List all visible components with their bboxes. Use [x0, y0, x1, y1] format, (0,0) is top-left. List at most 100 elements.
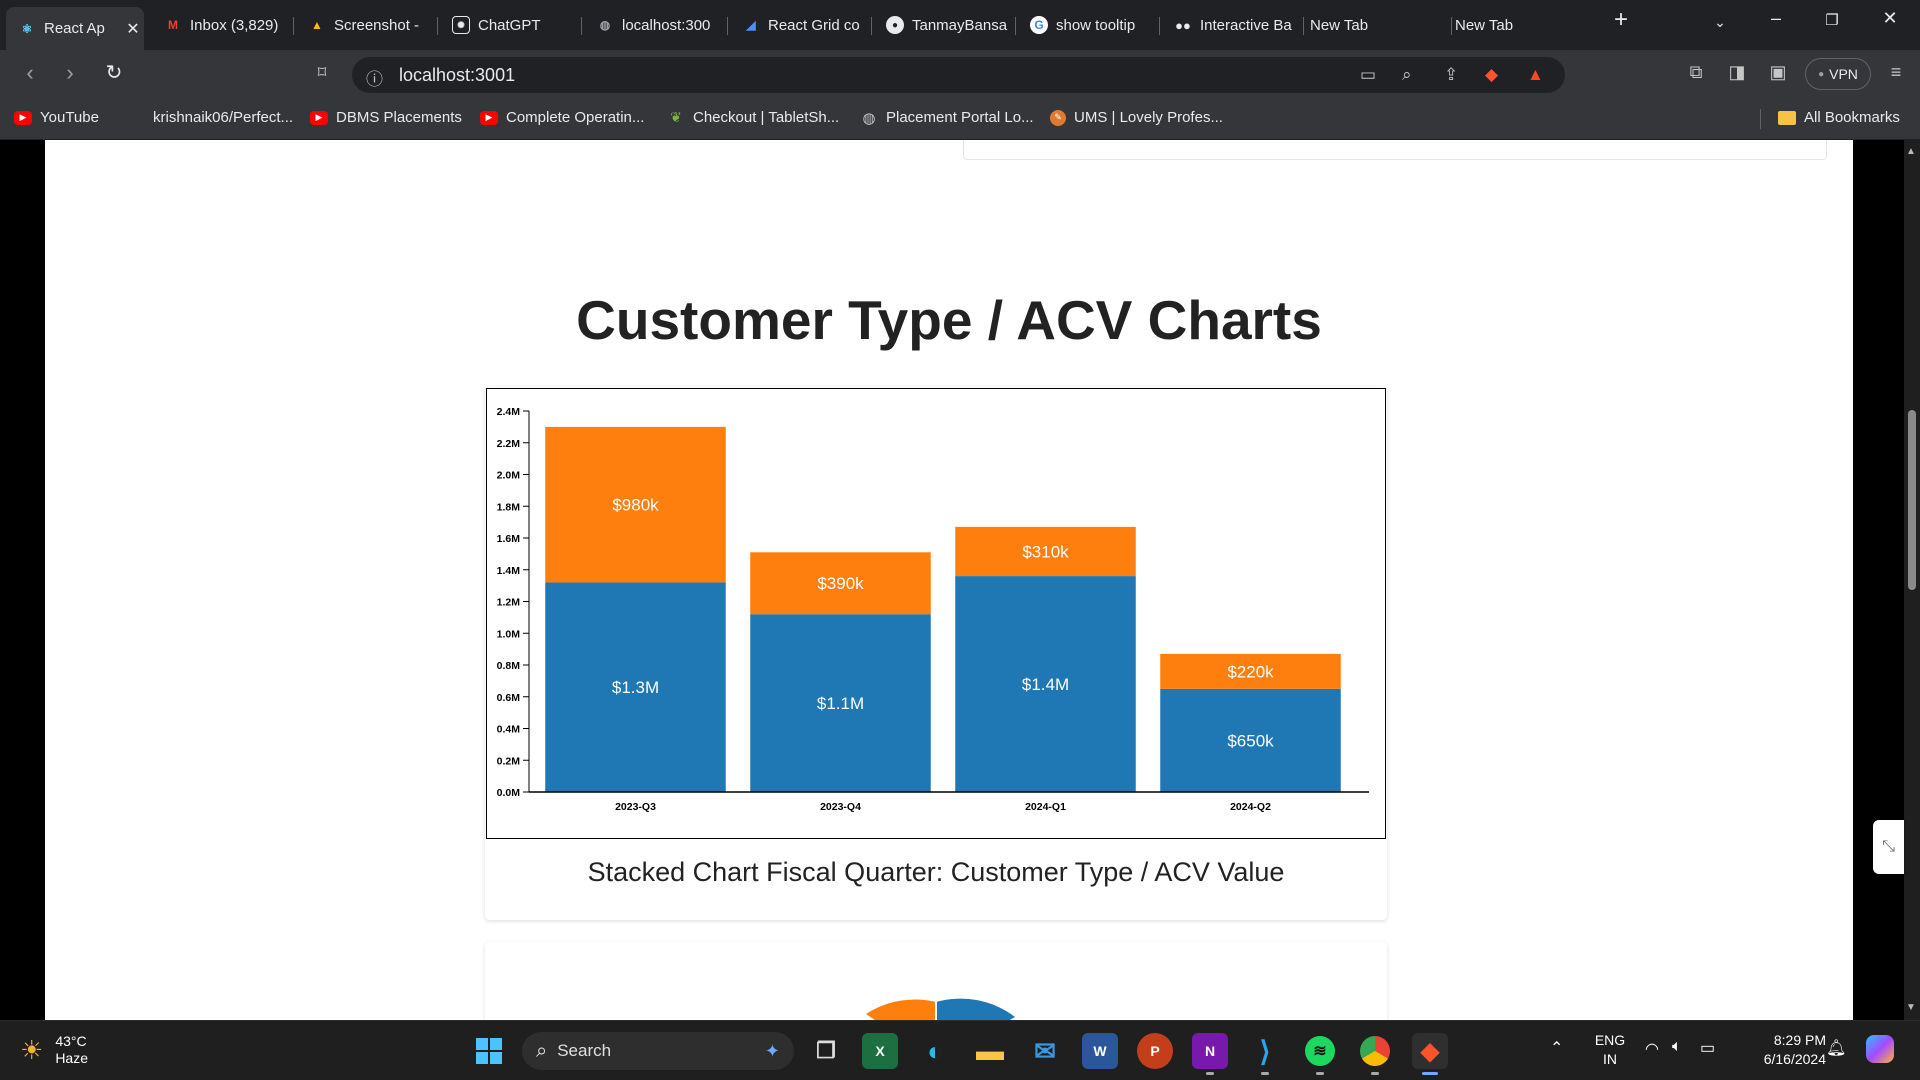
clock-time: 8:29 PM: [1773, 1032, 1826, 1048]
tab-show-tooltip[interactable]: G show tooltip: [1018, 7, 1156, 43]
restore-button[interactable]: ❐: [1812, 11, 1852, 29]
tab-inbox[interactable]: M Inbox (3,829): [152, 7, 290, 43]
address-bar[interactable]: ⓘ localhost:3001 ▭ ⌕ ⇪ ◆ ▲: [352, 57, 1565, 93]
bar-value-label: $650k: [1227, 731, 1274, 750]
tab-strip: ⚛ React Ap ✕ M Inbox (3,829) ▲ Screensho…: [0, 0, 1920, 50]
language-indicator[interactable]: ENG IN: [1590, 1031, 1630, 1069]
reload-button[interactable]: ↻: [98, 60, 130, 85]
scroll-down-arrow-icon[interactable]: ▼: [1906, 1002, 1916, 1013]
tab-new-2[interactable]: New Tab: [1455, 7, 1593, 43]
bar-value-label: $980k: [612, 496, 659, 515]
pie-slice-blue: [936, 998, 1015, 1020]
site-info-icon[interactable]: ⓘ: [366, 65, 383, 90]
scroll-thumb[interactable]: [1908, 410, 1916, 590]
close-window-button[interactable]: ✕: [1870, 8, 1910, 29]
bookmark-ums[interactable]: ✎ UMS | Lovely Profes...: [1050, 109, 1223, 126]
wallet-icon[interactable]: ▣: [1763, 62, 1793, 83]
bookmark-icon[interactable]: ⌑: [306, 63, 338, 83]
url-text[interactable]: localhost:3001: [399, 65, 515, 86]
taskbar-search[interactable]: ⌕ Search ✦: [522, 1032, 794, 1070]
file-explorer-app[interactable]: ▬: [972, 1033, 1008, 1069]
tab-search-chevron-icon[interactable]: ⌄: [1700, 14, 1740, 31]
brave-rewards-icon[interactable]: ▲: [1527, 65, 1544, 85]
brave-app[interactable]: ◆: [1412, 1033, 1448, 1075]
vscode-app[interactable]: ⟩: [1247, 1033, 1283, 1075]
pie-slice-orange: [866, 999, 936, 1020]
tab-react-app[interactable]: ⚛ React Ap ✕: [6, 7, 144, 50]
all-bookmarks-button[interactable]: All Bookmarks: [1778, 109, 1900, 126]
back-button[interactable]: ‹: [14, 60, 46, 86]
word-icon: W: [1093, 1043, 1107, 1059]
bookmark-dbms[interactable]: ▶ DBMS Placements: [310, 109, 462, 126]
excel-app[interactable]: X: [862, 1033, 898, 1069]
edge-app[interactable]: ◐: [917, 1033, 953, 1069]
chatgpt-icon: ✺: [452, 16, 470, 34]
y-tick-label: 0.2M: [497, 755, 521, 767]
notification-bell-icon[interactable]: 🔔︎: [1826, 1038, 1846, 1058]
tab-chatgpt[interactable]: ✺ ChatGPT: [440, 7, 578, 43]
tab-title: React Grid co: [768, 16, 860, 34]
weather-temp: 43°C: [55, 1033, 87, 1049]
onenote-app[interactable]: N: [1192, 1033, 1228, 1075]
tab-title: TanmayBansa: [912, 16, 1008, 34]
powerpoint-app[interactable]: P: [1137, 1033, 1173, 1069]
tab-localhost[interactable]: ◍ localhost:300: [584, 7, 722, 43]
tab-github[interactable]: ● TanmayBansa: [874, 7, 1012, 43]
ums-icon: ✎: [1050, 109, 1066, 126]
tray-overflow-icon[interactable]: ⌃: [1550, 1038, 1563, 1058]
weather-widget[interactable]: ☀ 43°C Haze: [20, 1033, 88, 1067]
mail-app[interactable]: ✉: [1027, 1033, 1063, 1069]
copilot-icon[interactable]: [1866, 1035, 1894, 1063]
y-tick-label: 0.0M: [497, 787, 521, 799]
task-view-icon: ❐: [816, 1038, 836, 1063]
tab-new-1[interactable]: New Tab: [1310, 7, 1448, 43]
bookmark-krishnaik[interactable]: krishnaik06/Perfect...: [127, 109, 293, 126]
bookmark-checkout[interactable]: ❦ Checkout | TabletSh...: [667, 109, 839, 126]
chart-frame: 0.0M 0.2M 0.4M 0.6M 0.8M 1.0M 1.2M 1.4M 1.6M 1.8M…: [486, 388, 1386, 839]
tab-interactive[interactable]: ●● Interactive Ba: [1162, 7, 1300, 43]
menu-icon[interactable]: ≡: [1881, 62, 1911, 83]
word-app[interactable]: W: [1082, 1033, 1118, 1069]
extensions-icon[interactable]: ⧉: [1681, 62, 1711, 83]
bookmark-label: Checkout | TabletSh...: [693, 109, 840, 126]
customer-type-acv-section: Customer Type / ACV Charts 0.0M 0.2M 0.4M 0…: [45, 252, 1853, 1020]
search-label: Search: [557, 1041, 612, 1060]
zoom-icon[interactable]: ⌕: [1402, 65, 1412, 85]
sidebar-icon[interactable]: ◨: [1722, 62, 1752, 83]
bookmark-youtube[interactable]: ▶ YouTube: [14, 109, 99, 126]
wifi-icon[interactable]: ◠: [1645, 1039, 1659, 1059]
cast-icon[interactable]: ▭: [1360, 65, 1376, 85]
start-button[interactable]: [471, 1033, 507, 1069]
chrome-app[interactable]: [1357, 1033, 1393, 1075]
clock[interactable]: 8:29 PM 6/16/2024: [1736, 1031, 1826, 1069]
new-tab-button[interactable]: +: [1601, 6, 1641, 34]
weather-desc: Haze: [55, 1050, 88, 1066]
bookmark-label: Complete Operatin...: [506, 109, 645, 126]
vpn-button[interactable]: ● VPN: [1805, 58, 1871, 90]
brave-shields-icon[interactable]: ◆: [1485, 65, 1498, 85]
spotify-app[interactable]: ≋: [1302, 1033, 1338, 1075]
minimize-button[interactable]: –: [1756, 8, 1796, 29]
scroll-up-arrow-icon[interactable]: ▲: [1906, 146, 1916, 157]
share-icon[interactable]: ⇪: [1444, 65, 1458, 85]
task-view-button[interactable]: ❐: [808, 1033, 844, 1069]
page-scrollbar[interactable]: ▲ ▼: [1904, 140, 1920, 1020]
forward-button[interactable]: ›: [54, 60, 86, 86]
tab-screenshot[interactable]: ▲ Screenshot -: [296, 7, 434, 43]
volume-icon[interactable]: 🔈︎: [1672, 1038, 1682, 1056]
search-highlight-icon: ✦: [764, 1040, 780, 1061]
close-icon[interactable]: ✕: [122, 19, 144, 39]
chrome-icon: [1360, 1036, 1390, 1066]
y-tick-label: 0.6M: [497, 692, 521, 704]
bookmark-label: YouTube: [40, 109, 99, 126]
previous-chart-card: [963, 140, 1827, 160]
tab-title: localhost:300: [622, 16, 711, 34]
side-panel-toggle[interactable]: ⤡: [1873, 820, 1904, 874]
bookmark-placement[interactable]: ◍ Placement Portal Lo...: [860, 109, 1033, 127]
tab-react-grid[interactable]: ◢ React Grid co: [730, 7, 868, 43]
haze-icon: ☀: [20, 1034, 44, 1065]
browser-toolbar: ‹ › ↻ ⌑ ⓘ localhost:3001 ▭ ⌕ ⇪ ◆ ▲ ⧉ ◨ ▣…: [0, 50, 1920, 98]
battery-icon[interactable]: ▭: [1700, 1038, 1715, 1058]
y-tick-label: 1.0M: [497, 628, 521, 640]
bookmark-os[interactable]: ▶ Complete Operatin...: [480, 109, 644, 126]
